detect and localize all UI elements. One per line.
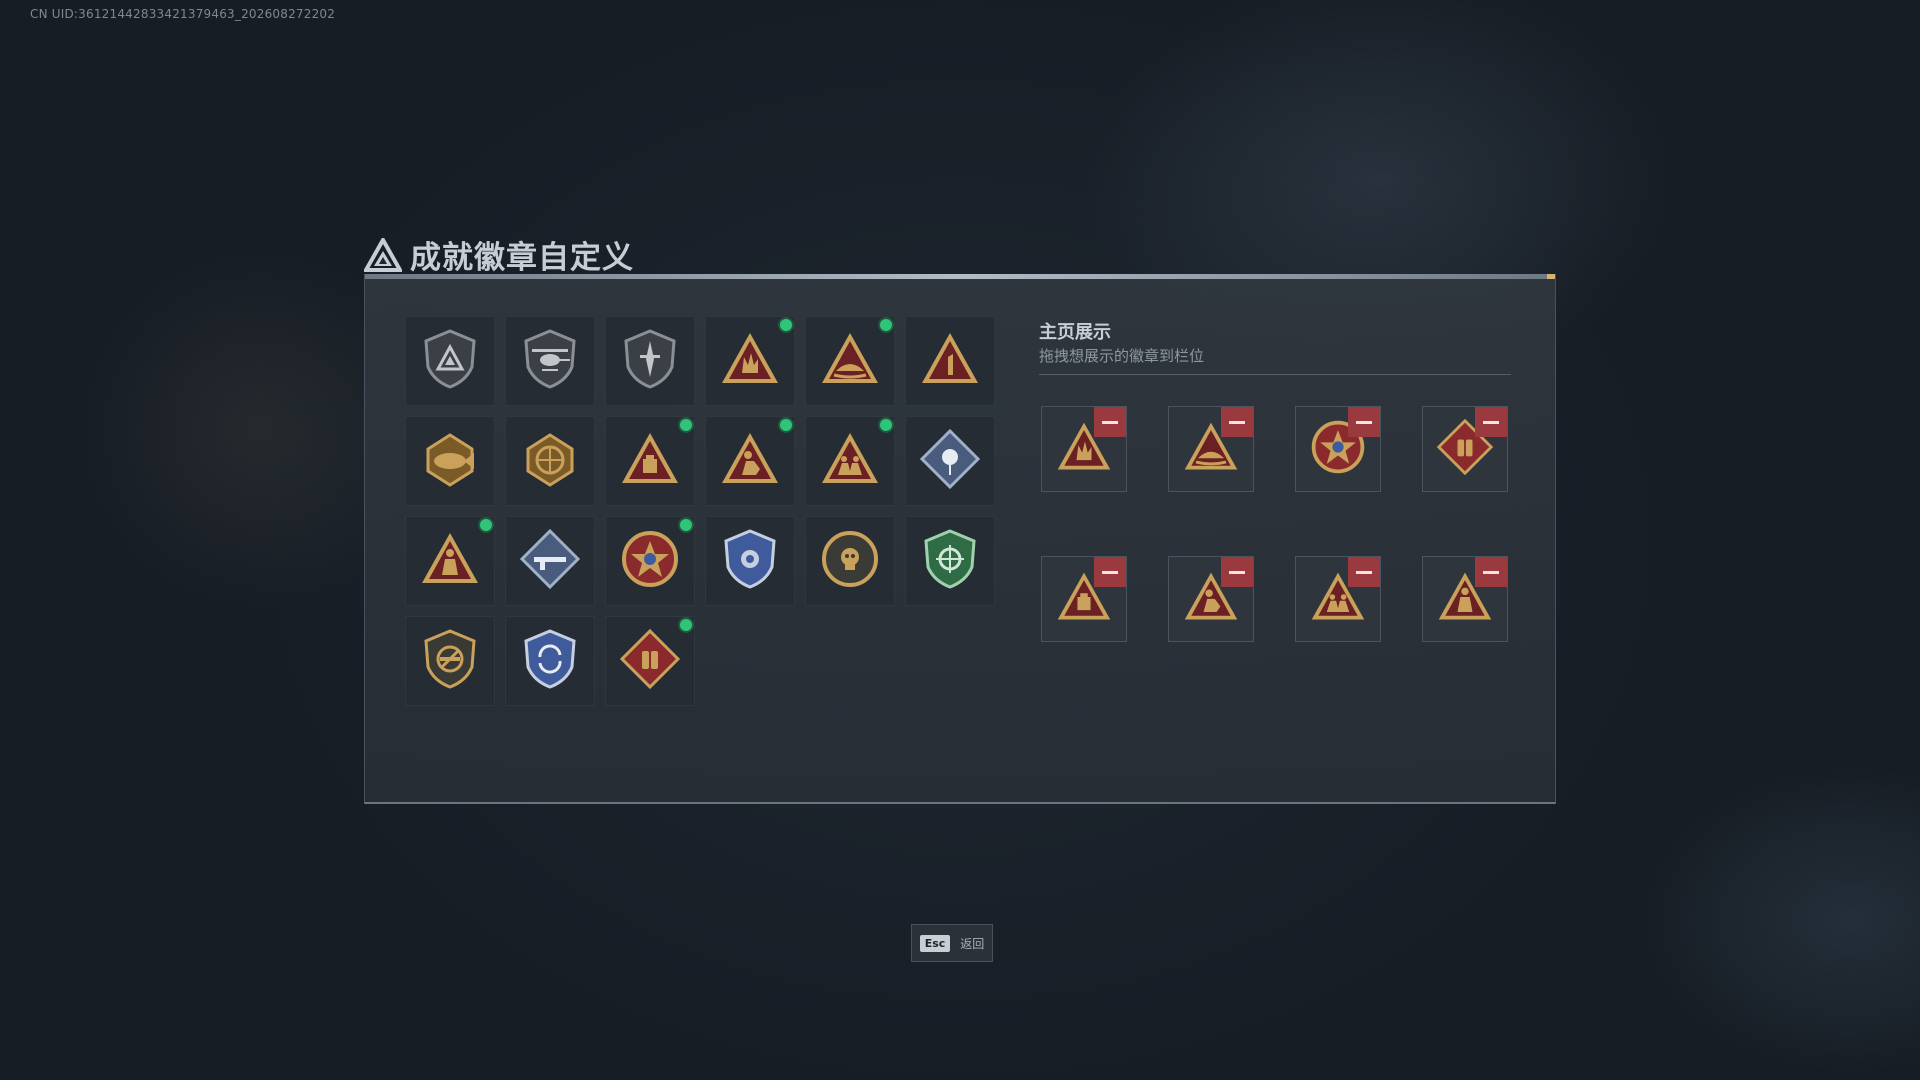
badge-cell[interactable] — [805, 316, 895, 406]
showcase-slot[interactable] — [1041, 406, 1127, 492]
page-title: 成就徽章自定义 — [410, 240, 634, 276]
remove-badge-button[interactable] — [1221, 407, 1253, 437]
crosshair-green-shield-badge-icon — [918, 527, 982, 595]
dagger-shield-badge-icon — [618, 327, 682, 395]
showcase-slot[interactable] — [1168, 406, 1254, 492]
badge-cell[interactable] — [805, 516, 895, 606]
badge-cell[interactable] — [505, 516, 595, 606]
badge-cell[interactable] — [805, 416, 895, 506]
badge-customize-panel: 主页展示 拖拽想展示的徽章到栏位 — [364, 274, 1556, 804]
showcase-slots — [1041, 406, 1508, 642]
showcase-slot[interactable] — [1422, 406, 1508, 492]
badge-cell[interactable] — [705, 316, 795, 406]
soldier-triangle-badge-icon — [418, 527, 482, 595]
showcase-title: 主页展示 — [1039, 322, 1111, 343]
boat-triangle-badge-icon — [818, 327, 882, 395]
badge-cell[interactable] — [605, 316, 695, 406]
remove-badge-button[interactable] — [1094, 407, 1126, 437]
badge-cell[interactable] — [705, 416, 795, 506]
badge-cell[interactable] — [405, 516, 495, 606]
remove-badge-button[interactable] — [1475, 557, 1507, 587]
back-button[interactable]: Esc 返回 — [911, 924, 993, 962]
showcase-slot[interactable] — [1295, 406, 1381, 492]
rifle-diamond-badge-icon — [518, 527, 582, 595]
hand-sign-triangle-badge-icon — [718, 327, 782, 395]
crate-triangle-badge-icon — [618, 427, 682, 495]
no-gun-shield-badge-icon — [418, 627, 482, 695]
kneeling-soldier-triangle-badge-icon — [718, 427, 782, 495]
remove-badge-button[interactable] — [1475, 407, 1507, 437]
delta-logo-icon — [364, 237, 402, 272]
fish-emblem-badge-icon — [418, 427, 482, 495]
new-indicator-dot — [480, 519, 492, 531]
badge-cell[interactable] — [505, 616, 595, 706]
armor-vest-diamond-badge-icon — [618, 627, 682, 695]
star-ring-badge-icon — [618, 527, 682, 595]
badge-cell[interactable] — [405, 416, 495, 506]
badge-cell[interactable] — [905, 416, 995, 506]
badge-cell[interactable] — [605, 516, 695, 606]
badge-cell[interactable] — [605, 416, 695, 506]
remove-badge-button[interactable] — [1094, 557, 1126, 587]
number-one-triangle-badge-icon — [918, 327, 982, 395]
showcase-slot[interactable] — [1168, 556, 1254, 642]
badge-cell[interactable] — [605, 616, 695, 706]
back-label: 返回 — [960, 936, 985, 951]
badge-cell[interactable] — [405, 316, 495, 406]
remove-badge-button[interactable] — [1348, 407, 1380, 437]
showcase-subtitle: 拖拽想展示的徽章到栏位 — [1039, 347, 1205, 365]
panel-top-bar — [365, 274, 1555, 279]
new-indicator-dot — [880, 319, 892, 331]
arrows-blue-shield-badge-icon — [518, 627, 582, 695]
showcase-slot[interactable] — [1295, 556, 1381, 642]
new-indicator-dot — [680, 519, 692, 531]
police-shield-badge-icon — [718, 527, 782, 595]
showcase-divider — [1039, 374, 1511, 375]
uid-text: CN UID:3612144283342137946​3_20260827220… — [30, 7, 336, 21]
new-indicator-dot — [780, 319, 792, 331]
badge-cell[interactable] — [505, 416, 595, 506]
new-indicator-dot — [680, 419, 692, 431]
rose-diamond-badge-icon — [918, 427, 982, 495]
new-indicator-dot — [680, 619, 692, 631]
showcase-slot[interactable] — [1422, 556, 1508, 642]
skull-coin-badge-icon — [818, 527, 882, 595]
helicopter-badge-icon — [518, 327, 582, 395]
globe-emblem-badge-icon — [518, 427, 582, 495]
badge-cell[interactable] — [405, 616, 495, 706]
badge-cell[interactable] — [905, 516, 995, 606]
badge-cell[interactable] — [505, 316, 595, 406]
badge-cell[interactable] — [705, 516, 795, 606]
page-header: 成就徽章自定义 — [364, 232, 634, 277]
remove-badge-button[interactable] — [1348, 557, 1380, 587]
badge-cell[interactable] — [905, 316, 995, 406]
new-indicator-dot — [880, 419, 892, 431]
shield-triangle-badge-icon — [418, 327, 482, 395]
esc-key-hint: Esc — [919, 934, 951, 952]
remove-badge-button[interactable] — [1221, 557, 1253, 587]
squad-triangle-badge-icon — [818, 427, 882, 495]
badge-inventory-grid — [405, 316, 995, 706]
new-indicator-dot — [780, 419, 792, 431]
showcase-slot[interactable] — [1041, 556, 1127, 642]
